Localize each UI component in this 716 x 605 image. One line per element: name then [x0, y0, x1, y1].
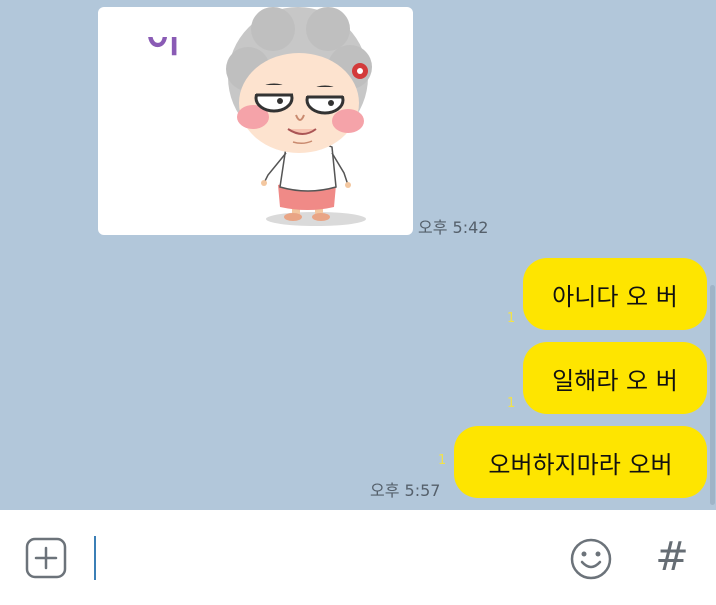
unread-count: 1 [438, 453, 447, 468]
hashtag-button[interactable]: # [652, 532, 692, 582]
attach-button[interactable] [25, 537, 67, 579]
outgoing-message-bubble[interactable]: 아니다 오 버 [523, 258, 707, 330]
message-input[interactable] [88, 532, 552, 584]
message-time: 오후 5:42 [418, 218, 489, 237]
message-text: 일해라 오 버 [552, 366, 678, 395]
outgoing-message-bubble[interactable]: 일해라 오 버 [523, 342, 707, 414]
grandma-sticker-icon: 아 [138, 7, 372, 226]
message-text: 오버하지마라 오버 [488, 450, 673, 479]
message-text: 아니다 오 버 [552, 282, 678, 311]
outgoing-message-bubble[interactable]: 오버하지마라 오버 [454, 426, 707, 498]
chat-area: 아 오후 5:42 1 아니다 오 버 1 일해라 오 버 1 오후 5:57 … [0, 0, 716, 510]
unread-count: 1 [507, 396, 516, 411]
emoji-button[interactable] [568, 536, 614, 582]
message-time: 오후 5:57 [370, 481, 441, 500]
sticker-message[interactable]: 아 [98, 7, 413, 235]
scrollbar[interactable] [710, 285, 715, 505]
plus-square-icon [25, 537, 67, 579]
unread-count: 1 [507, 311, 516, 326]
text-caret [94, 536, 96, 580]
smiley-icon [570, 538, 612, 580]
